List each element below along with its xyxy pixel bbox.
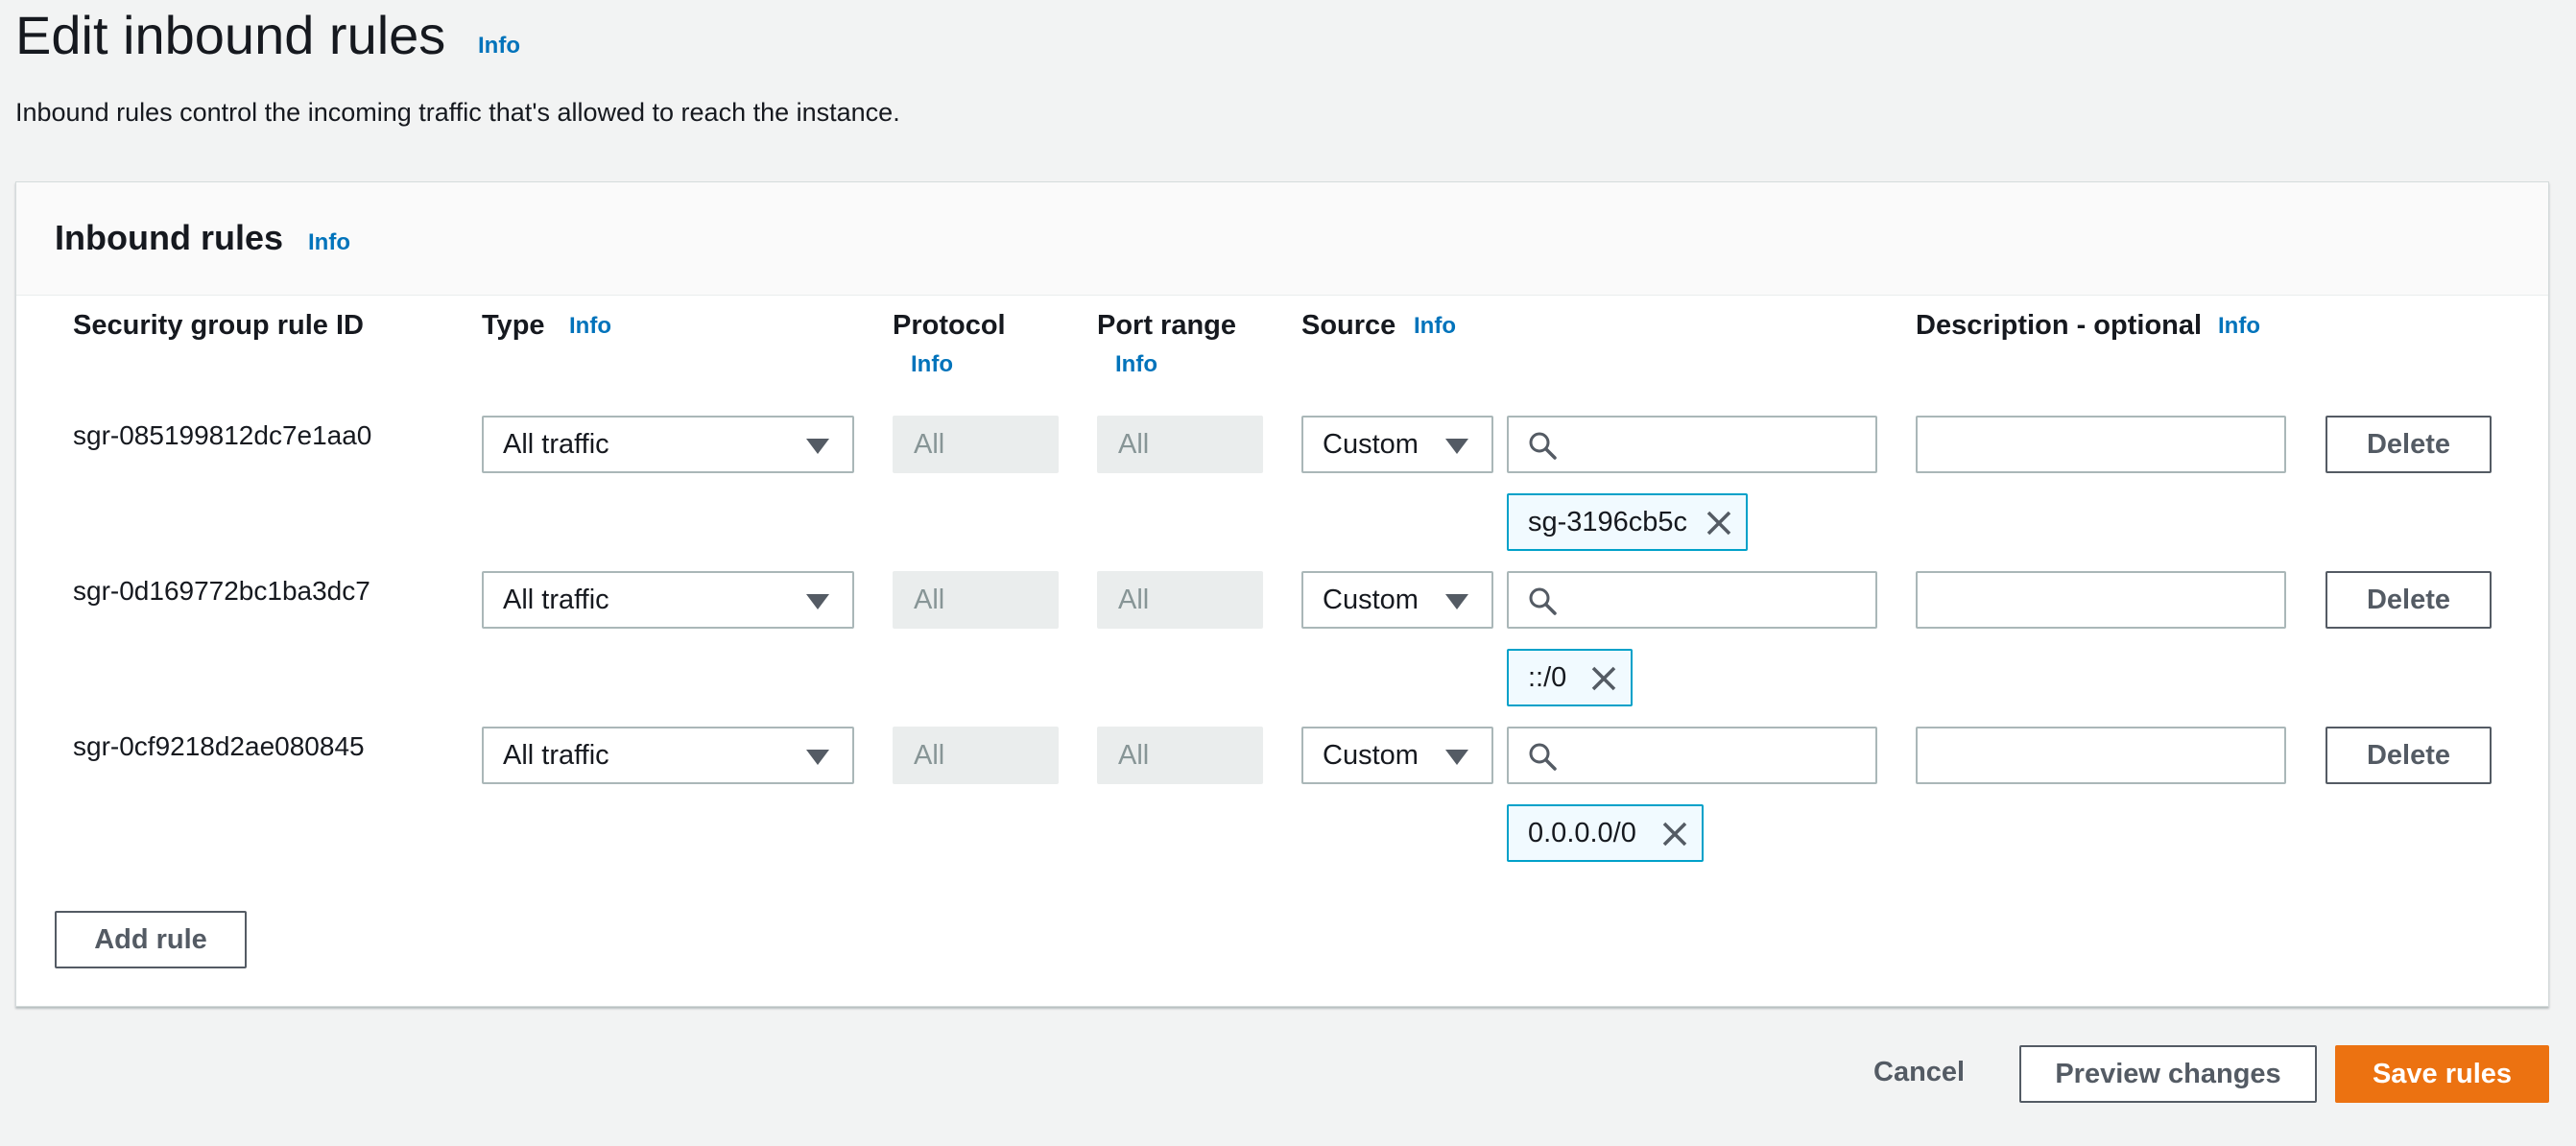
port-range-info-link[interactable]: Info	[1115, 351, 1157, 378]
source-token: sg-3196cb5c	[1507, 493, 1748, 551]
close-icon[interactable]	[1705, 510, 1732, 537]
column-header-port-range: Port range	[1097, 310, 1237, 341]
panel-title: Inbound rules	[55, 218, 283, 257]
source-search-input[interactable]	[1570, 573, 1868, 627]
description-input[interactable]	[1916, 727, 2286, 784]
source-token-label: ::/0	[1528, 662, 1567, 693]
column-header-description: Description - optional	[1916, 310, 2203, 341]
source-type-value: Custom	[1323, 429, 1419, 460]
description-input[interactable]	[1916, 416, 2286, 473]
page-title-info-link[interactable]: Info	[478, 33, 520, 60]
delete-rule-button[interactable]: Delete	[2326, 416, 2492, 473]
column-header-rule-id: Security group rule ID	[73, 310, 364, 341]
close-icon[interactable]	[1590, 665, 1617, 692]
rule-id: sgr-0d169772bc1ba3dc7	[73, 576, 370, 606]
source-search-field[interactable]	[1507, 727, 1877, 784]
source-type-select[interactable]: Custom	[1301, 416, 1493, 473]
source-search-input[interactable]	[1570, 728, 1868, 782]
type-select[interactable]: All traffic	[482, 416, 854, 473]
source-token-label: 0.0.0.0/0	[1528, 818, 1636, 848]
type-select[interactable]: All traffic	[482, 571, 854, 629]
source-token: ::/0	[1507, 649, 1633, 706]
cancel-button[interactable]: Cancel	[1873, 1057, 1965, 1088]
caret-down-icon	[1445, 439, 1468, 454]
source-token-label: sg-3196cb5c	[1528, 507, 1688, 537]
protocol-field: All	[893, 416, 1059, 473]
source-info-link[interactable]: Info	[1414, 313, 1456, 340]
rule-id: sgr-085199812dc7e1aa0	[73, 420, 372, 450]
protocol-field: All	[893, 727, 1059, 784]
column-header-protocol: Protocol	[893, 310, 1006, 341]
type-select-value: All traffic	[503, 740, 609, 771]
delete-rule-button[interactable]: Delete	[2326, 727, 2492, 784]
panel-info-link[interactable]: Info	[308, 229, 350, 256]
column-header-source: Source	[1301, 310, 1396, 341]
source-type-value: Custom	[1323, 585, 1419, 615]
panel-header: Inbound rules Info	[16, 182, 2548, 296]
delete-rule-button[interactable]: Delete	[2326, 571, 2492, 629]
type-info-link[interactable]: Info	[569, 313, 611, 340]
caret-down-icon	[806, 594, 829, 609]
source-search-input[interactable]	[1570, 418, 1868, 471]
port-range-field: All	[1097, 727, 1263, 784]
page-description: Inbound rules control the incoming traff…	[15, 98, 900, 127]
type-select[interactable]: All traffic	[482, 727, 854, 784]
save-rules-button[interactable]: Save rules	[2335, 1045, 2549, 1103]
search-icon	[1529, 587, 1557, 615]
source-search-field[interactable]	[1507, 571, 1877, 629]
column-header-type: Type	[482, 310, 545, 341]
type-select-value: All traffic	[503, 429, 609, 460]
source-token: 0.0.0.0/0	[1507, 804, 1704, 862]
protocol-info-link[interactable]: Info	[911, 351, 953, 378]
description-info-link[interactable]: Info	[2218, 313, 2260, 340]
search-icon	[1529, 432, 1557, 460]
description-input[interactable]	[1916, 571, 2286, 629]
port-range-field: All	[1097, 571, 1263, 629]
type-select-value: All traffic	[503, 585, 609, 615]
source-search-field[interactable]	[1507, 416, 1877, 473]
preview-changes-button[interactable]: Preview changes	[2019, 1045, 2317, 1103]
source-type-select[interactable]: Custom	[1301, 571, 1493, 629]
close-icon[interactable]	[1661, 821, 1688, 848]
caret-down-icon	[806, 750, 829, 765]
caret-down-icon	[806, 439, 829, 454]
page-title: Edit inbound rules	[15, 5, 446, 65]
caret-down-icon	[1445, 750, 1468, 765]
search-icon	[1529, 743, 1557, 771]
caret-down-icon	[1445, 594, 1468, 609]
protocol-field: All	[893, 571, 1059, 629]
inbound-rules-panel: Inbound rules Info Security group rule I…	[15, 181, 2549, 1007]
rule-id: sgr-0cf9218d2ae080845	[73, 731, 365, 761]
add-rule-button[interactable]: Add rule	[55, 911, 247, 968]
source-type-select[interactable]: Custom	[1301, 727, 1493, 784]
source-type-value: Custom	[1323, 740, 1419, 771]
port-range-field: All	[1097, 416, 1263, 473]
